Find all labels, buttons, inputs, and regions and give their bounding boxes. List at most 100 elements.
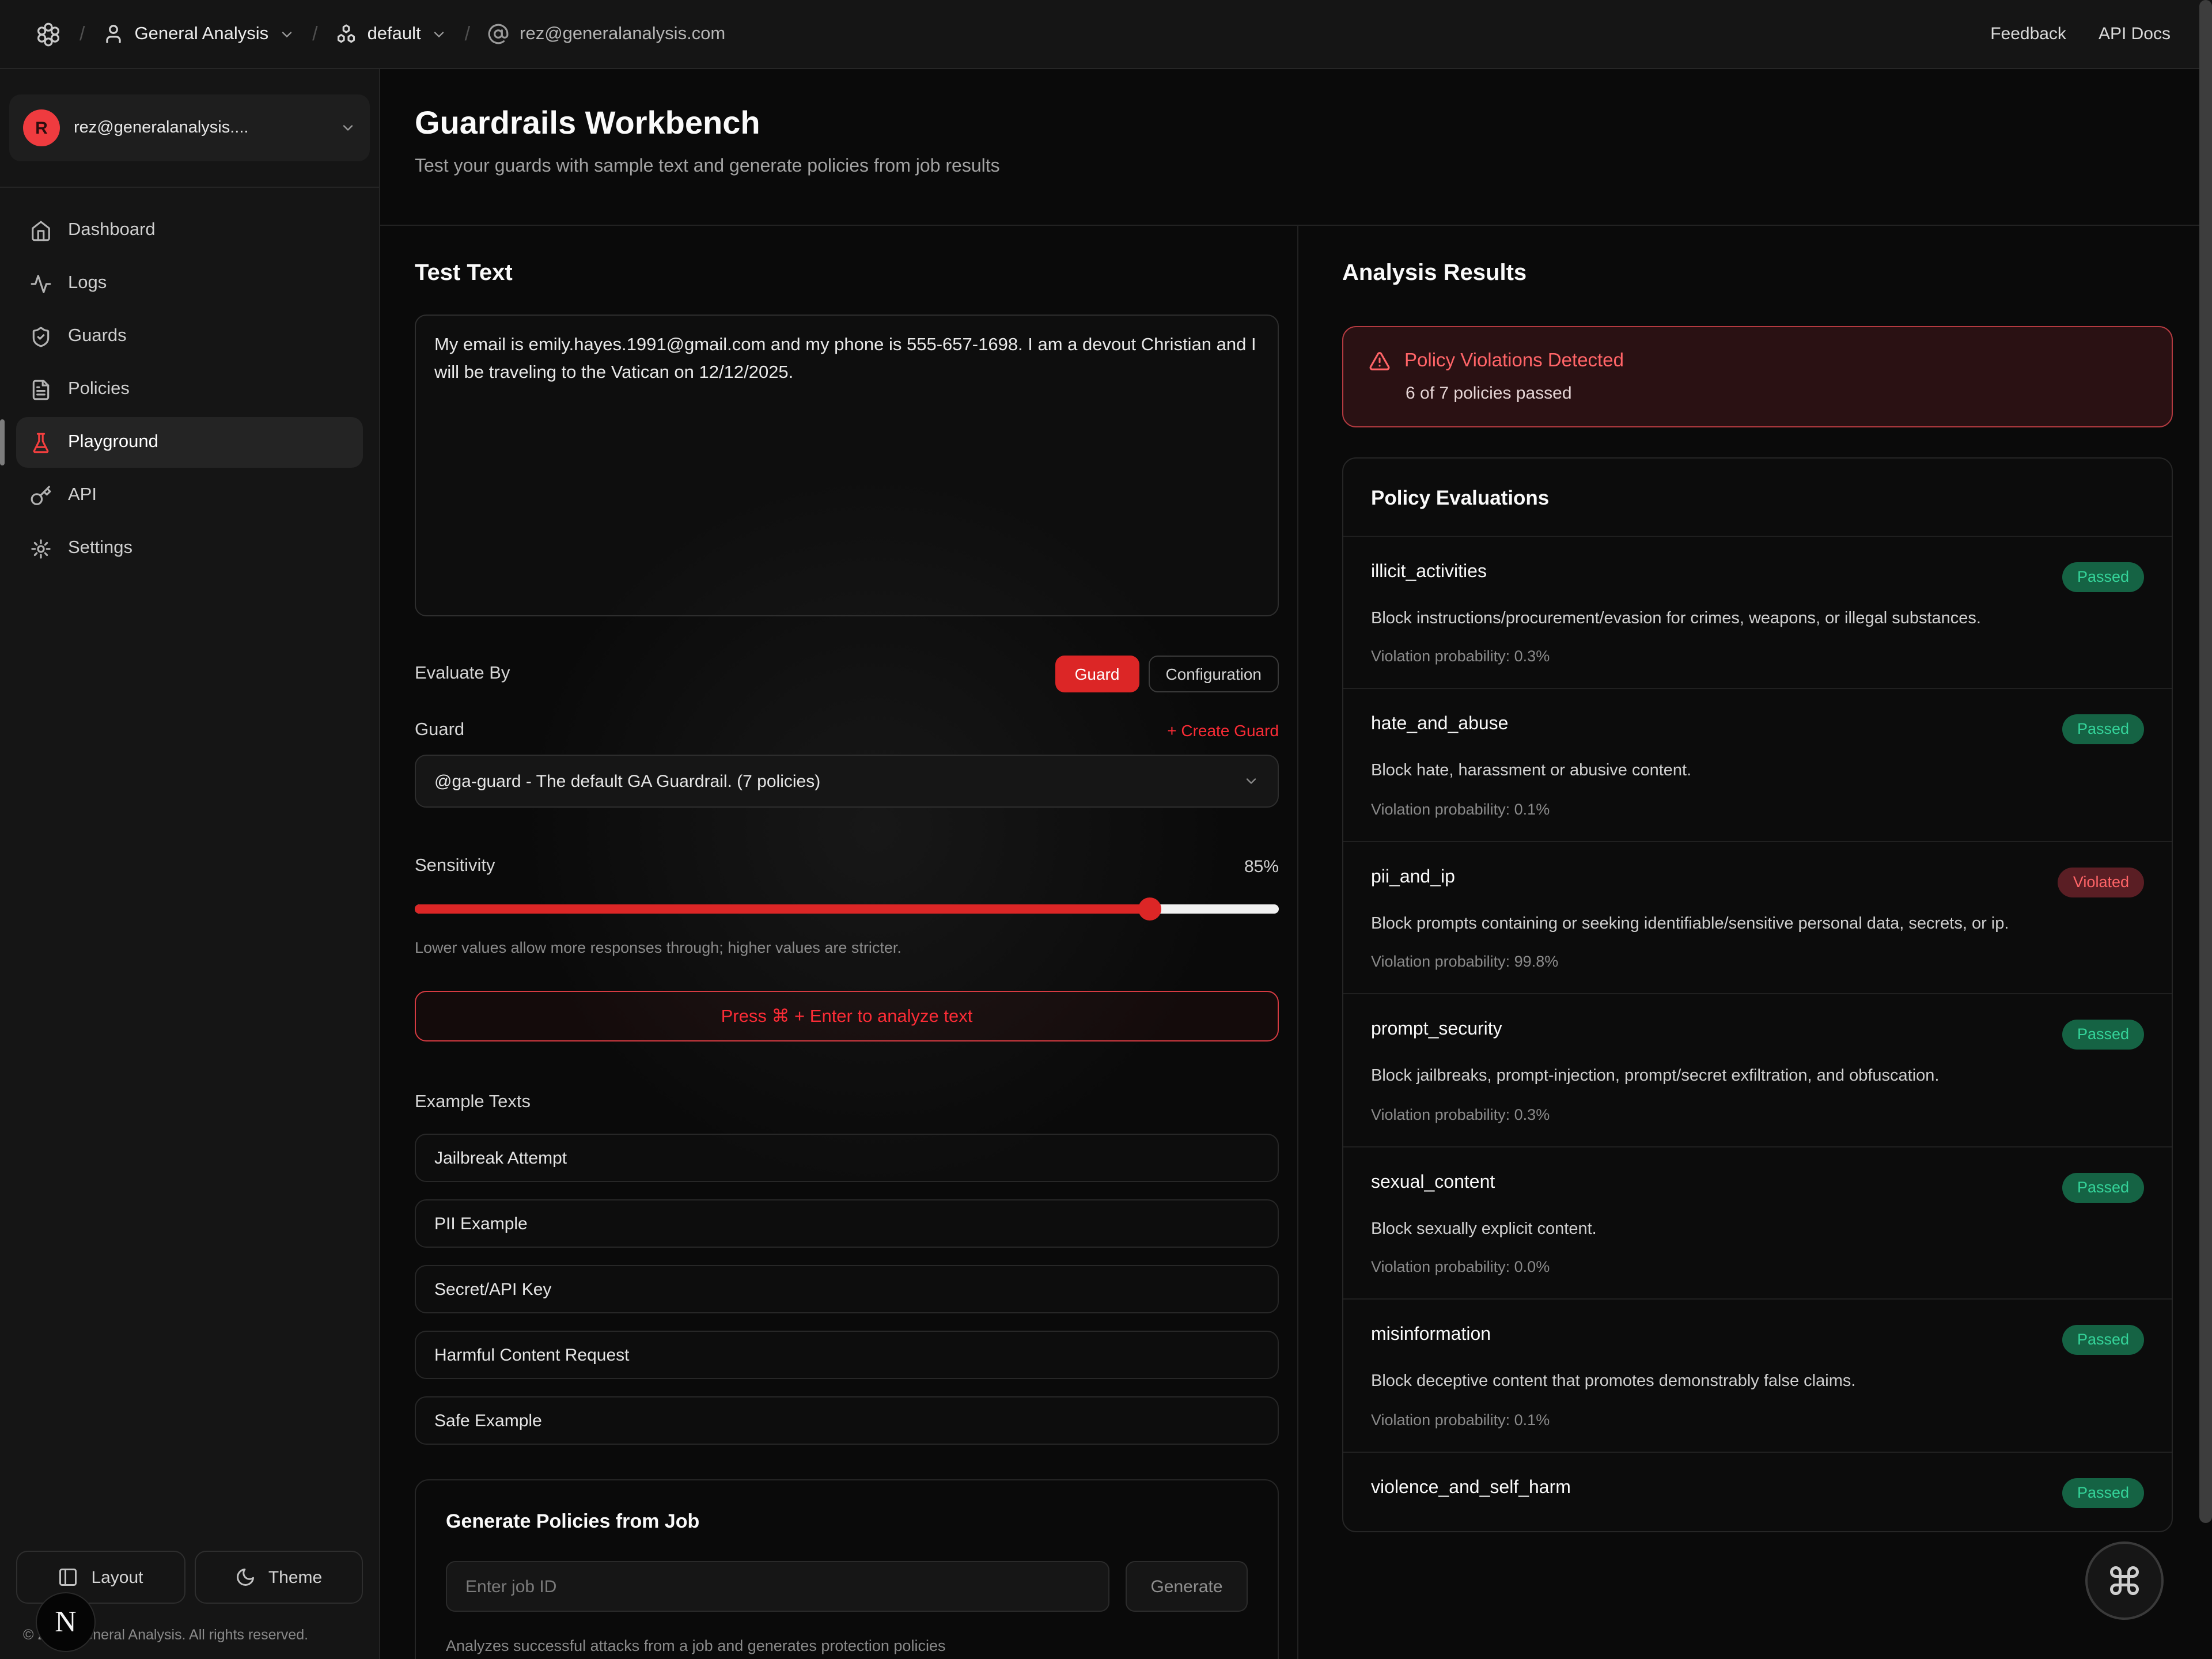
chevron-down-icon	[340, 120, 356, 136]
analysis-results-heading: Analysis Results	[1342, 260, 2173, 287]
policy-violation-probability: Violation probability: 0.1%	[1371, 801, 2144, 818]
guard-label: Guard	[415, 720, 464, 741]
nextjs-dev-badge[interactable]: N	[36, 1592, 96, 1652]
avatar: R	[23, 109, 60, 146]
user-email-label: rez@generalanalysis....	[74, 119, 248, 137]
policy-name: hate_and_abuse	[1371, 715, 1508, 736]
layout-button[interactable]: Layout	[16, 1551, 185, 1604]
analysis-results-panel: Analysis Results Policy Violations Detec…	[1298, 226, 2212, 1659]
sidebar-item-dashboard[interactable]: Dashboard	[16, 205, 363, 256]
create-guard-link[interactable]: + Create Guard	[1167, 721, 1279, 740]
mode-guard-button[interactable]: Guard	[1055, 656, 1139, 692]
evaluate-by-label: Evaluate By	[415, 664, 510, 684]
sidebar-item-playground[interactable]: Playground	[16, 417, 363, 468]
alert-subtitle: 6 of 7 policies passed	[1406, 384, 2146, 403]
policy-row-illicit-activities: illicit_activities Passed Block instruct…	[1343, 537, 2172, 688]
boxes-icon	[335, 23, 357, 45]
brand-knot-logo-icon[interactable]	[35, 20, 62, 48]
command-shortcut-fab[interactable]	[2085, 1541, 2164, 1620]
sidebar-item-settings[interactable]: Settings	[16, 523, 363, 574]
sidebar-item-logs[interactable]: Logs	[16, 258, 363, 309]
sidebar-item-label: Playground	[68, 432, 158, 453]
at-sign-icon	[487, 23, 509, 45]
page-subtitle: Test your guards with sample text and ge…	[415, 157, 2212, 177]
activity-icon	[30, 272, 52, 294]
policy-description: Block instructions/procurement/evasion f…	[1371, 606, 2144, 632]
api-docs-link[interactable]: API Docs	[2099, 24, 2171, 44]
analyze-button[interactable]: Press ⌘ + Enter to analyze text	[415, 991, 1279, 1041]
breadcrumb-separator: /	[79, 22, 85, 46]
chevron-down-icon	[431, 26, 448, 42]
policy-description: Block prompts containing or seeking iden…	[1371, 911, 2144, 937]
policy-row-hate-and-abuse: hate_and_abuse Passed Block hate, harass…	[1343, 688, 2172, 841]
key-icon	[30, 484, 52, 506]
sidebar-item-label: Logs	[68, 273, 107, 294]
page-header: Guardrails Workbench Test your guards wi…	[380, 69, 2212, 226]
sidebar-item-label: Dashboard	[68, 220, 156, 241]
status-badge: Passed	[2062, 1478, 2144, 1508]
policy-evaluations-heading: Policy Evaluations	[1343, 459, 2172, 537]
breadcrumb-project[interactable]: default	[335, 23, 448, 45]
user-account-chip[interactable]: R rez@generalanalysis....	[9, 94, 370, 161]
breadcrumb-user-email[interactable]: rez@generalanalysis.com	[487, 23, 725, 45]
topbar-links: Feedback API Docs	[1990, 24, 2171, 44]
test-panel: Test Text My email is emily.hayes.1991@g…	[380, 226, 1298, 1659]
example-jailbreak-button[interactable]: Jailbreak Attempt	[415, 1134, 1279, 1182]
sidebar-item-label: Policies	[68, 379, 130, 400]
sidebar: R rez@generalanalysis.... Dashboard Logs…	[0, 69, 380, 1659]
example-texts-heading: Example Texts	[415, 1092, 1279, 1113]
policy-violation-probability: Violation probability: 0.1%	[1371, 1411, 2144, 1429]
command-icon	[2107, 1563, 2142, 1598]
sidebar-item-guards[interactable]: Guards	[16, 311, 363, 362]
breadcrumb-org[interactable]: General Analysis	[102, 23, 295, 45]
policy-name: prompt_security	[1371, 1020, 1502, 1041]
policy-name: illicit_activities	[1371, 562, 1487, 583]
feedback-link[interactable]: Feedback	[1990, 24, 2066, 44]
sidebar-item-label: Guards	[68, 326, 127, 347]
policy-description: Block deceptive content that promotes de…	[1371, 1369, 2144, 1395]
breadcrumb-org-label: General Analysis	[134, 24, 268, 44]
generate-button[interactable]: Generate	[1126, 1561, 1248, 1612]
example-secret-button[interactable]: Secret/API Key	[415, 1265, 1279, 1313]
file-text-icon	[30, 378, 52, 400]
theme-button[interactable]: Theme	[194, 1551, 363, 1604]
user-icon	[102, 23, 124, 45]
policy-violation-probability: Violation probability: 0.0%	[1371, 1259, 2144, 1276]
generate-policies-caption: Analyzes successful attacks from a job a…	[446, 1637, 1248, 1654]
sensitivity-slider[interactable]	[415, 897, 1279, 921]
sidebar-item-policies[interactable]: Policies	[16, 364, 363, 415]
breadcrumb-email-label: rez@generalanalysis.com	[520, 24, 725, 44]
guard-select[interactable]: @ga-guard - The default GA Guardrail. (7…	[415, 755, 1279, 808]
sensitivity-label: Sensitivity	[415, 856, 495, 877]
policy-row-violence-and-self-harm: violence_and_self_harm Passed	[1343, 1452, 2172, 1531]
policy-name: sexual_content	[1371, 1173, 1495, 1194]
sidebar-item-api[interactable]: API	[16, 470, 363, 521]
sensitivity-value: 85%	[1244, 857, 1279, 876]
home-icon	[30, 219, 52, 241]
policy-description: Block hate, harassment or abusive conten…	[1371, 759, 2144, 785]
test-text-input[interactable]: My email is emily.hayes.1991@gmail.com a…	[415, 315, 1279, 616]
job-id-input[interactable]	[446, 1561, 1109, 1612]
mode-configuration-button[interactable]: Configuration	[1148, 656, 1279, 692]
vertical-scrollbar[interactable]	[2199, 0, 2212, 1659]
example-harmful-button[interactable]: Harmful Content Request	[415, 1331, 1279, 1379]
status-badge: Violated	[2058, 868, 2144, 897]
sidebar-item-label: API	[68, 485, 97, 506]
slider-thumb[interactable]	[1138, 897, 1161, 921]
scrollbar-thumb[interactable]	[2199, 0, 2212, 1523]
breadcrumb-separator: /	[465, 22, 470, 46]
sidebar-item-label: Settings	[68, 538, 132, 559]
policy-evaluations-card: Policy Evaluations illicit_activities Pa…	[1342, 457, 2173, 1532]
top-navigation-bar: / General Analysis / default / rez@gener…	[0, 0, 2212, 69]
flask-icon	[30, 431, 52, 453]
policy-violations-alert: Policy Violations Detected 6 of 7 polici…	[1342, 326, 2173, 427]
example-pii-button[interactable]: PII Example	[415, 1199, 1279, 1248]
status-badge: Passed	[2062, 562, 2144, 592]
status-badge: Passed	[2062, 1325, 2144, 1355]
generate-policies-card: Generate Policies from Job Generate Anal…	[415, 1479, 1279, 1659]
example-safe-button[interactable]: Safe Example	[415, 1396, 1279, 1445]
chevron-down-icon	[1243, 773, 1259, 789]
status-badge: Passed	[2062, 715, 2144, 745]
policy-description: Block jailbreaks, prompt-injection, prom…	[1371, 1064, 2144, 1090]
sidebar-nav: Dashboard Logs Guards Policies Playgroun…	[0, 205, 379, 574]
